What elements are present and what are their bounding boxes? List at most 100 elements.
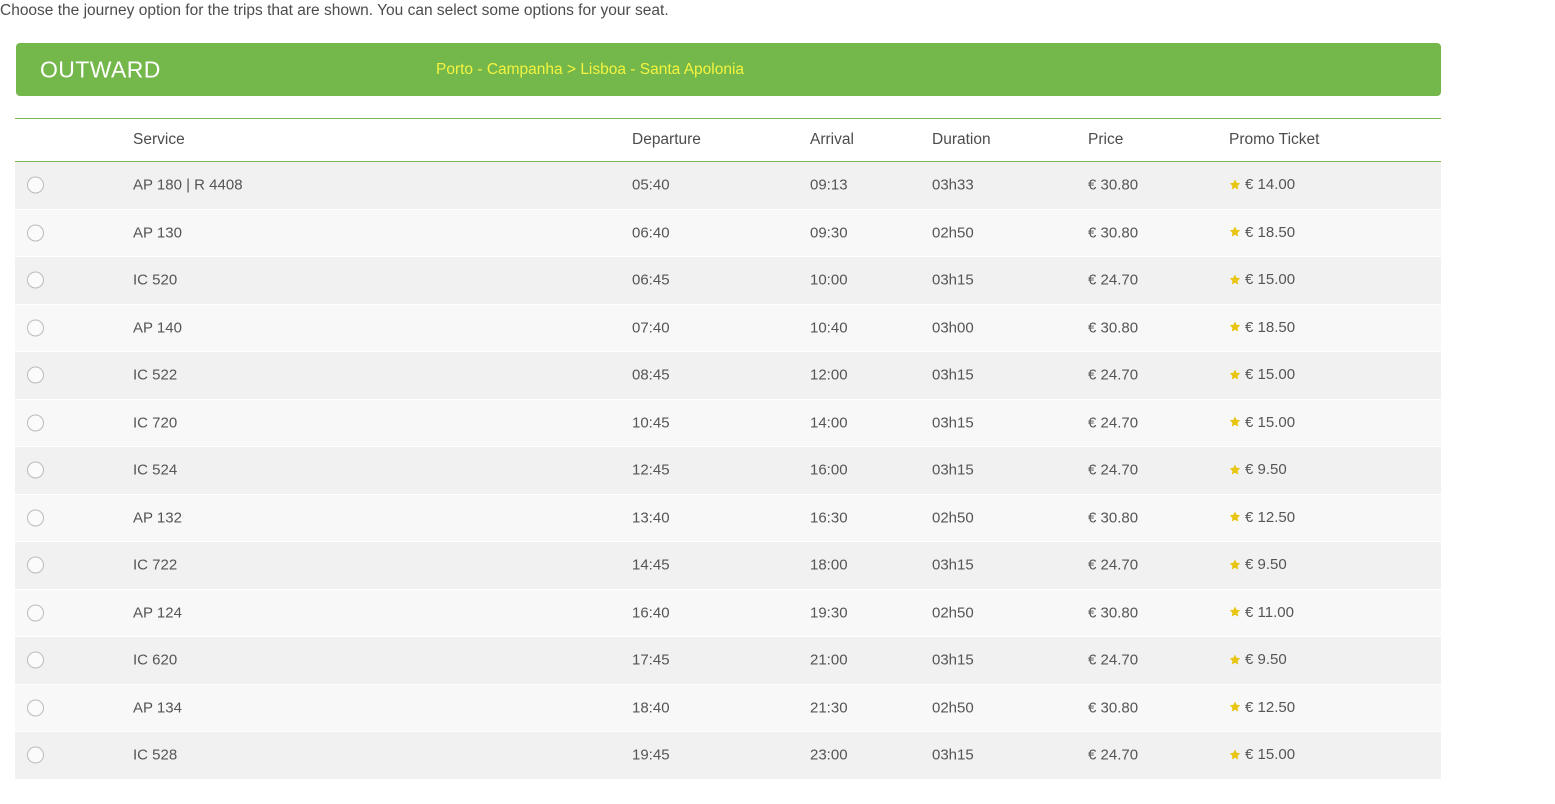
radio-button-icon[interactable] (27, 557, 44, 574)
cell-duration: 02h50 (932, 224, 974, 241)
table-row[interactable]: IC 72010:4514:0003h15€ 24.70€ 15.00 (15, 400, 1441, 448)
cell-service: IC 524 (133, 462, 177, 479)
cell-departure: 16:40 (632, 604, 670, 621)
table-row[interactable]: IC 52208:4512:0003h15€ 24.70€ 15.00 (15, 352, 1441, 400)
cell-promo-ticket: € 15.00 (1229, 414, 1295, 433)
cell-arrival: 19:30 (810, 604, 848, 621)
journey-radio-2[interactable] (27, 272, 44, 289)
cell-service: AP 130 (133, 224, 182, 241)
cell-service: IC 520 (133, 272, 177, 289)
cell-service: AP 140 (133, 319, 182, 336)
promo-price: € 9.50 (1245, 556, 1287, 573)
cell-arrival: 09:30 (810, 224, 848, 241)
journey-radio-12[interactable] (27, 747, 44, 764)
journey-radio-3[interactable] (27, 319, 44, 336)
promo-price: € 12.50 (1245, 699, 1295, 716)
table-row[interactable]: AP 13213:4016:3002h50€ 30.80€ 12.50 (15, 495, 1441, 543)
table-row[interactable]: AP 12416:4019:3002h50€ 30.80€ 11.00 (15, 590, 1441, 638)
table-row[interactable]: IC 52412:4516:0003h15€ 24.70€ 9.50 (15, 447, 1441, 495)
column-header-arrival: Arrival (810, 131, 854, 149)
cell-promo-ticket: € 9.50 (1229, 556, 1287, 575)
journey-radio-9[interactable] (27, 604, 44, 621)
journey-radio-1[interactable] (27, 224, 44, 241)
cell-arrival: 10:40 (810, 319, 848, 336)
cell-arrival: 21:00 (810, 652, 848, 669)
cell-promo-ticket: € 9.50 (1229, 651, 1287, 670)
table-row[interactable]: IC 72214:4518:0003h15€ 24.70€ 9.50 (15, 542, 1441, 590)
cell-service: IC 720 (133, 414, 177, 431)
journey-options-table: Service Departure Arrival Duration Price… (15, 118, 1441, 780)
cell-departure: 17:45 (632, 652, 670, 669)
radio-button-icon[interactable] (27, 604, 44, 621)
table-row[interactable]: AP 180 | R 440805:4009:1303h33€ 30.80€ 1… (15, 162, 1441, 210)
table-row[interactable]: IC 52819:4523:0003h15€ 24.70€ 15.00 (15, 732, 1441, 780)
radio-button-icon[interactable] (27, 747, 44, 764)
radio-button-icon[interactable] (27, 699, 44, 716)
promo-price: € 18.50 (1245, 319, 1295, 336)
promo-price: € 9.50 (1245, 461, 1287, 478)
cell-price: € 30.80 (1088, 224, 1138, 241)
table-row[interactable]: IC 52006:4510:0003h15€ 24.70€ 15.00 (15, 257, 1441, 305)
cell-promo-ticket: € 12.50 (1229, 699, 1295, 718)
cell-duration: 03h15 (932, 272, 974, 289)
cell-duration: 02h50 (932, 604, 974, 621)
cell-departure: 12:45 (632, 462, 670, 479)
cell-arrival: 10:00 (810, 272, 848, 289)
radio-button-icon[interactable] (27, 367, 44, 384)
outward-journey-banner: OUTWARD Porto - Campanha > Lisboa - Sant… (16, 43, 1441, 96)
radio-button-icon[interactable] (27, 462, 44, 479)
journey-radio-8[interactable] (27, 557, 44, 574)
promo-price: € 11.00 (1245, 604, 1294, 621)
journey-radio-5[interactable] (27, 414, 44, 431)
journey-direction-label: OUTWARD (40, 56, 161, 83)
cell-price: € 24.70 (1088, 652, 1138, 669)
star-icon (1229, 559, 1241, 571)
journey-radio-0[interactable] (27, 177, 44, 194)
cell-duration: 03h15 (932, 414, 974, 431)
cell-duration: 03h15 (932, 462, 974, 479)
journey-radio-4[interactable] (27, 367, 44, 384)
cell-departure: 06:45 (632, 272, 670, 289)
cell-arrival: 16:30 (810, 509, 848, 526)
journey-radio-10[interactable] (27, 652, 44, 669)
cell-service: AP 134 (133, 699, 182, 716)
table-row[interactable]: AP 13418:4021:3002h50€ 30.80€ 12.50 (15, 685, 1441, 733)
radio-button-icon[interactable] (27, 414, 44, 431)
journey-selection-page: Choose the journey option for the trips … (0, 0, 1555, 804)
journey-radio-6[interactable] (27, 462, 44, 479)
cell-departure: 06:40 (632, 224, 670, 241)
table-row[interactable]: AP 130 06:40 09:30 02h50 € 30.80 € 18.50 (15, 210, 1441, 258)
journey-radio-11[interactable] (27, 699, 44, 716)
column-header-service: Service (133, 131, 185, 149)
cell-service: AP 180 | R 4408 (133, 177, 243, 194)
cell-arrival: 14:00 (810, 414, 848, 431)
cell-service: AP 132 (133, 509, 182, 526)
cell-duration: 02h50 (932, 509, 974, 526)
cell-price: € 24.70 (1088, 272, 1138, 289)
radio-button-icon[interactable] (27, 177, 44, 194)
radio-button-icon[interactable] (27, 224, 44, 241)
cell-price: € 24.70 (1088, 557, 1138, 574)
radio-button-icon[interactable] (27, 652, 44, 669)
cell-price: € 30.80 (1088, 509, 1138, 526)
column-header-departure: Departure (632, 131, 701, 149)
table-row[interactable]: AP 14007:4010:4003h00€ 30.80€ 18.50 (15, 305, 1441, 353)
cell-promo-ticket: € 18.50 (1229, 224, 1295, 243)
star-icon (1229, 226, 1241, 238)
radio-button-icon[interactable] (27, 319, 44, 336)
cell-service: IC 522 (133, 367, 177, 384)
radio-button-icon[interactable] (27, 272, 44, 289)
column-header-promo-ticket: Promo Ticket (1229, 131, 1319, 149)
promo-price: € 14.00 (1245, 176, 1295, 193)
cell-price: € 24.70 (1088, 747, 1138, 764)
cell-price: € 24.70 (1088, 414, 1138, 431)
cell-arrival: 21:30 (810, 699, 848, 716)
star-icon (1229, 511, 1241, 523)
cell-promo-ticket: € 12.50 (1229, 509, 1295, 528)
cell-price: € 24.70 (1088, 462, 1138, 479)
journey-radio-7[interactable] (27, 509, 44, 526)
cell-promo-ticket: € 9.50 (1229, 461, 1287, 480)
cell-promo-ticket: € 14.00 (1229, 176, 1295, 195)
table-row[interactable]: IC 62017:4521:0003h15€ 24.70€ 9.50 (15, 637, 1441, 685)
radio-button-icon[interactable] (27, 509, 44, 526)
